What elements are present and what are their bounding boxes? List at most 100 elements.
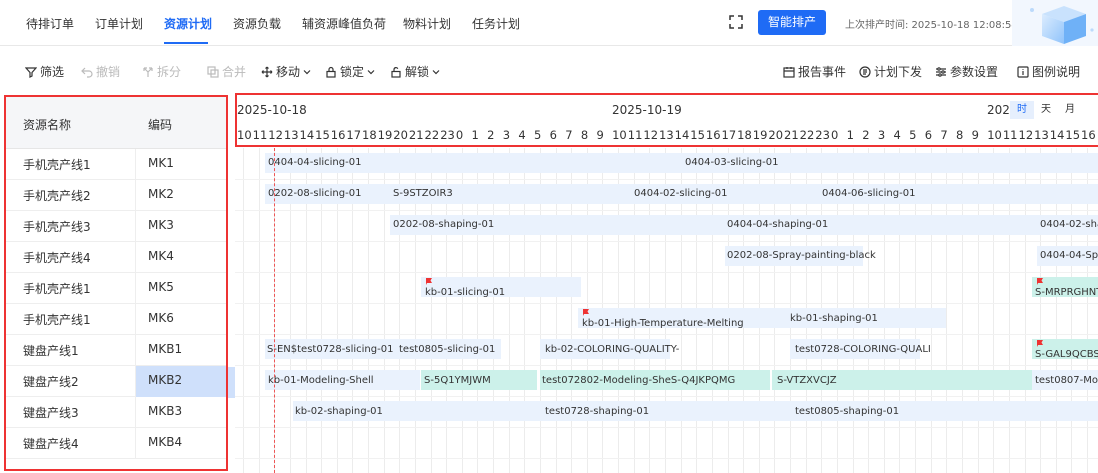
unlock-icon <box>391 66 401 78</box>
filter-button[interactable]: 筛选 <box>25 63 64 80</box>
chevron-down-icon <box>367 69 375 74</box>
hour-tick-label: 13 <box>283 128 299 142</box>
legend-button[interactable]: 图例说明 <box>1017 63 1080 80</box>
task-label: kb-02-COLORING-QUALITY- <box>545 344 680 355</box>
view-hour-button[interactable]: 时 <box>1010 101 1034 119</box>
smart-schedule-button[interactable]: 智能排产 <box>758 10 826 35</box>
grid-row-line <box>235 458 1098 459</box>
hour-tick-label: 23 <box>440 128 455 142</box>
unlock-label: 解锁 <box>405 65 430 79</box>
resource-name: 键盘产线3 <box>23 406 79 420</box>
resource-code-header: 编码 <box>148 118 173 132</box>
warning-flag-icon <box>1037 278 1043 285</box>
plan-issue-button[interactable]: 计划下发 <box>859 63 922 80</box>
hour-tick-label: 22 <box>424 128 440 142</box>
tab-pending-orders[interactable]: 待排订单 <box>26 15 74 32</box>
hour-tick-label: 14 <box>674 128 690 142</box>
task-label: kb-01-High-Temperature-Melting <box>582 318 744 329</box>
hour-tick-label: 20 <box>768 128 784 142</box>
hour-tick-label: 23 <box>815 128 830 142</box>
table-row[interactable]: 键盘产线1 MKB1 <box>6 335 226 366</box>
hour-tick-label: 4 <box>518 128 526 142</box>
lock-dropdown[interactable]: 锁定 <box>325 63 375 80</box>
move-dropdown[interactable]: 移动 <box>261 63 311 80</box>
tab-aux-resource-peak[interactable]: 辅资源峰值负荷 <box>302 15 386 32</box>
expand-icon[interactable] <box>728 14 744 30</box>
table-row[interactable]: 手机壳产线4 MK4 <box>6 242 226 273</box>
hour-tick-label: 10 <box>612 128 627 142</box>
table-row[interactable]: 手机壳产线3 MK3 <box>6 211 226 242</box>
table-row[interactable]: 手机壳产线1 MK5 <box>6 273 226 304</box>
task-bar[interactable] <box>293 401 1098 421</box>
hour-tick-label: 16 <box>330 128 346 142</box>
undo-button[interactable]: 撤销 <box>81 63 120 80</box>
table-row[interactable]: 手机壳产线2 MK2 <box>6 180 226 211</box>
tab-resource-load[interactable]: 资源负载 <box>233 15 281 32</box>
table-row[interactable]: 键盘产线3 MKB3 <box>6 397 226 428</box>
hour-tick-label: 17 <box>721 128 737 142</box>
task-label: 0404-04-Spra <box>1040 250 1098 261</box>
hour-tick-label: 19 <box>377 128 393 142</box>
resource-name: 手机壳产线1 <box>23 158 91 172</box>
param-settings-button[interactable]: 参数设置 <box>935 63 998 80</box>
resource-name: 手机壳产线1 <box>23 282 91 296</box>
hour-tick-label: 8 <box>955 128 964 142</box>
task-label: 0202-08-Spray-painting-black <box>727 250 876 261</box>
unlock-dropdown[interactable]: 解锁 <box>390 63 440 80</box>
hour-tick-label: 2 <box>862 128 870 142</box>
task-label: 0404-02-shap <box>1040 219 1098 230</box>
task-label: S-5Q1YMJWM <box>424 375 491 386</box>
task-label: 0404-04-shaping-01 <box>727 219 829 230</box>
hour-tick-label: 0 <box>455 128 464 142</box>
report-event-button[interactable]: 报告事件 <box>783 63 846 80</box>
table-row[interactable]: 手机壳产线1 MK1 <box>6 149 226 180</box>
hour-tick-label: 16 <box>705 128 721 142</box>
active-tab-indicator <box>164 42 208 44</box>
merge-icon <box>207 65 219 78</box>
resource-code: MK4 <box>148 249 174 263</box>
lock-icon <box>326 66 336 78</box>
hour-tick-label: 6 <box>549 128 557 142</box>
task-bar[interactable] <box>265 153 1098 173</box>
hour-tick-label: 7 <box>940 128 948 142</box>
resource-table-header: 资源名称 编码 <box>6 97 226 149</box>
hour-tick-label: 0 <box>830 128 839 142</box>
view-month-button[interactable]: 月 <box>1058 101 1082 119</box>
table-row[interactable]: 手机壳产线1 MK6 <box>6 304 226 335</box>
merge-label: 合并 <box>222 65 247 79</box>
resource-code: MKB4 <box>148 435 183 449</box>
date-label: 2025-10-18 <box>237 103 307 117</box>
resource-name: 键盘产线1 <box>23 344 79 358</box>
resource-code: MK6 <box>148 311 174 325</box>
resource-name: 键盘产线4 <box>23 437 79 451</box>
hour-tick-label: 12 <box>1018 128 1034 142</box>
task-label: S-9STZOIR3 <box>393 188 453 199</box>
merge-button[interactable]: 合并 <box>207 63 246 80</box>
tab-material-plan[interactable]: 物料计划 <box>403 15 451 32</box>
warning-flag-icon <box>583 309 589 316</box>
grid-column-line <box>243 148 244 473</box>
hour-tick-label: 5 <box>909 128 917 142</box>
tab-task-plan[interactable]: 任务计划 <box>472 15 520 32</box>
view-day-button[interactable]: 天 <box>1034 101 1058 119</box>
grid-row-line <box>235 396 1098 397</box>
hour-tick-label: 21 <box>784 128 799 142</box>
split-button[interactable]: 拆分 <box>142 63 181 80</box>
resource-code: MKB1 <box>148 342 183 356</box>
task-label: test0728-shaping-01 <box>545 406 650 417</box>
tab-resource-plan[interactable]: 资源计划 <box>164 15 212 32</box>
view-toggle: 时 天 月 <box>1010 101 1088 119</box>
split-label: 拆分 <box>157 65 182 79</box>
hour-tick-label: 16 <box>1081 128 1096 142</box>
hour-tick-label: 17 <box>346 128 362 142</box>
current-time-line <box>274 148 275 473</box>
table-row-selected[interactable]: 键盘产线2 MKB2 <box>6 366 226 397</box>
list-icon <box>859 65 871 78</box>
chevron-down-icon <box>432 69 440 74</box>
table-row[interactable]: 键盘产线4 MKB4 <box>6 428 226 459</box>
tab-order-plan[interactable]: 订单计划 <box>95 15 143 32</box>
grid-row-line <box>235 427 1098 428</box>
task-label: 0202-08-shaping-01 <box>393 219 495 230</box>
hour-tick-label: 11 <box>252 128 268 142</box>
hour-tick-label: 12 <box>268 128 283 142</box>
